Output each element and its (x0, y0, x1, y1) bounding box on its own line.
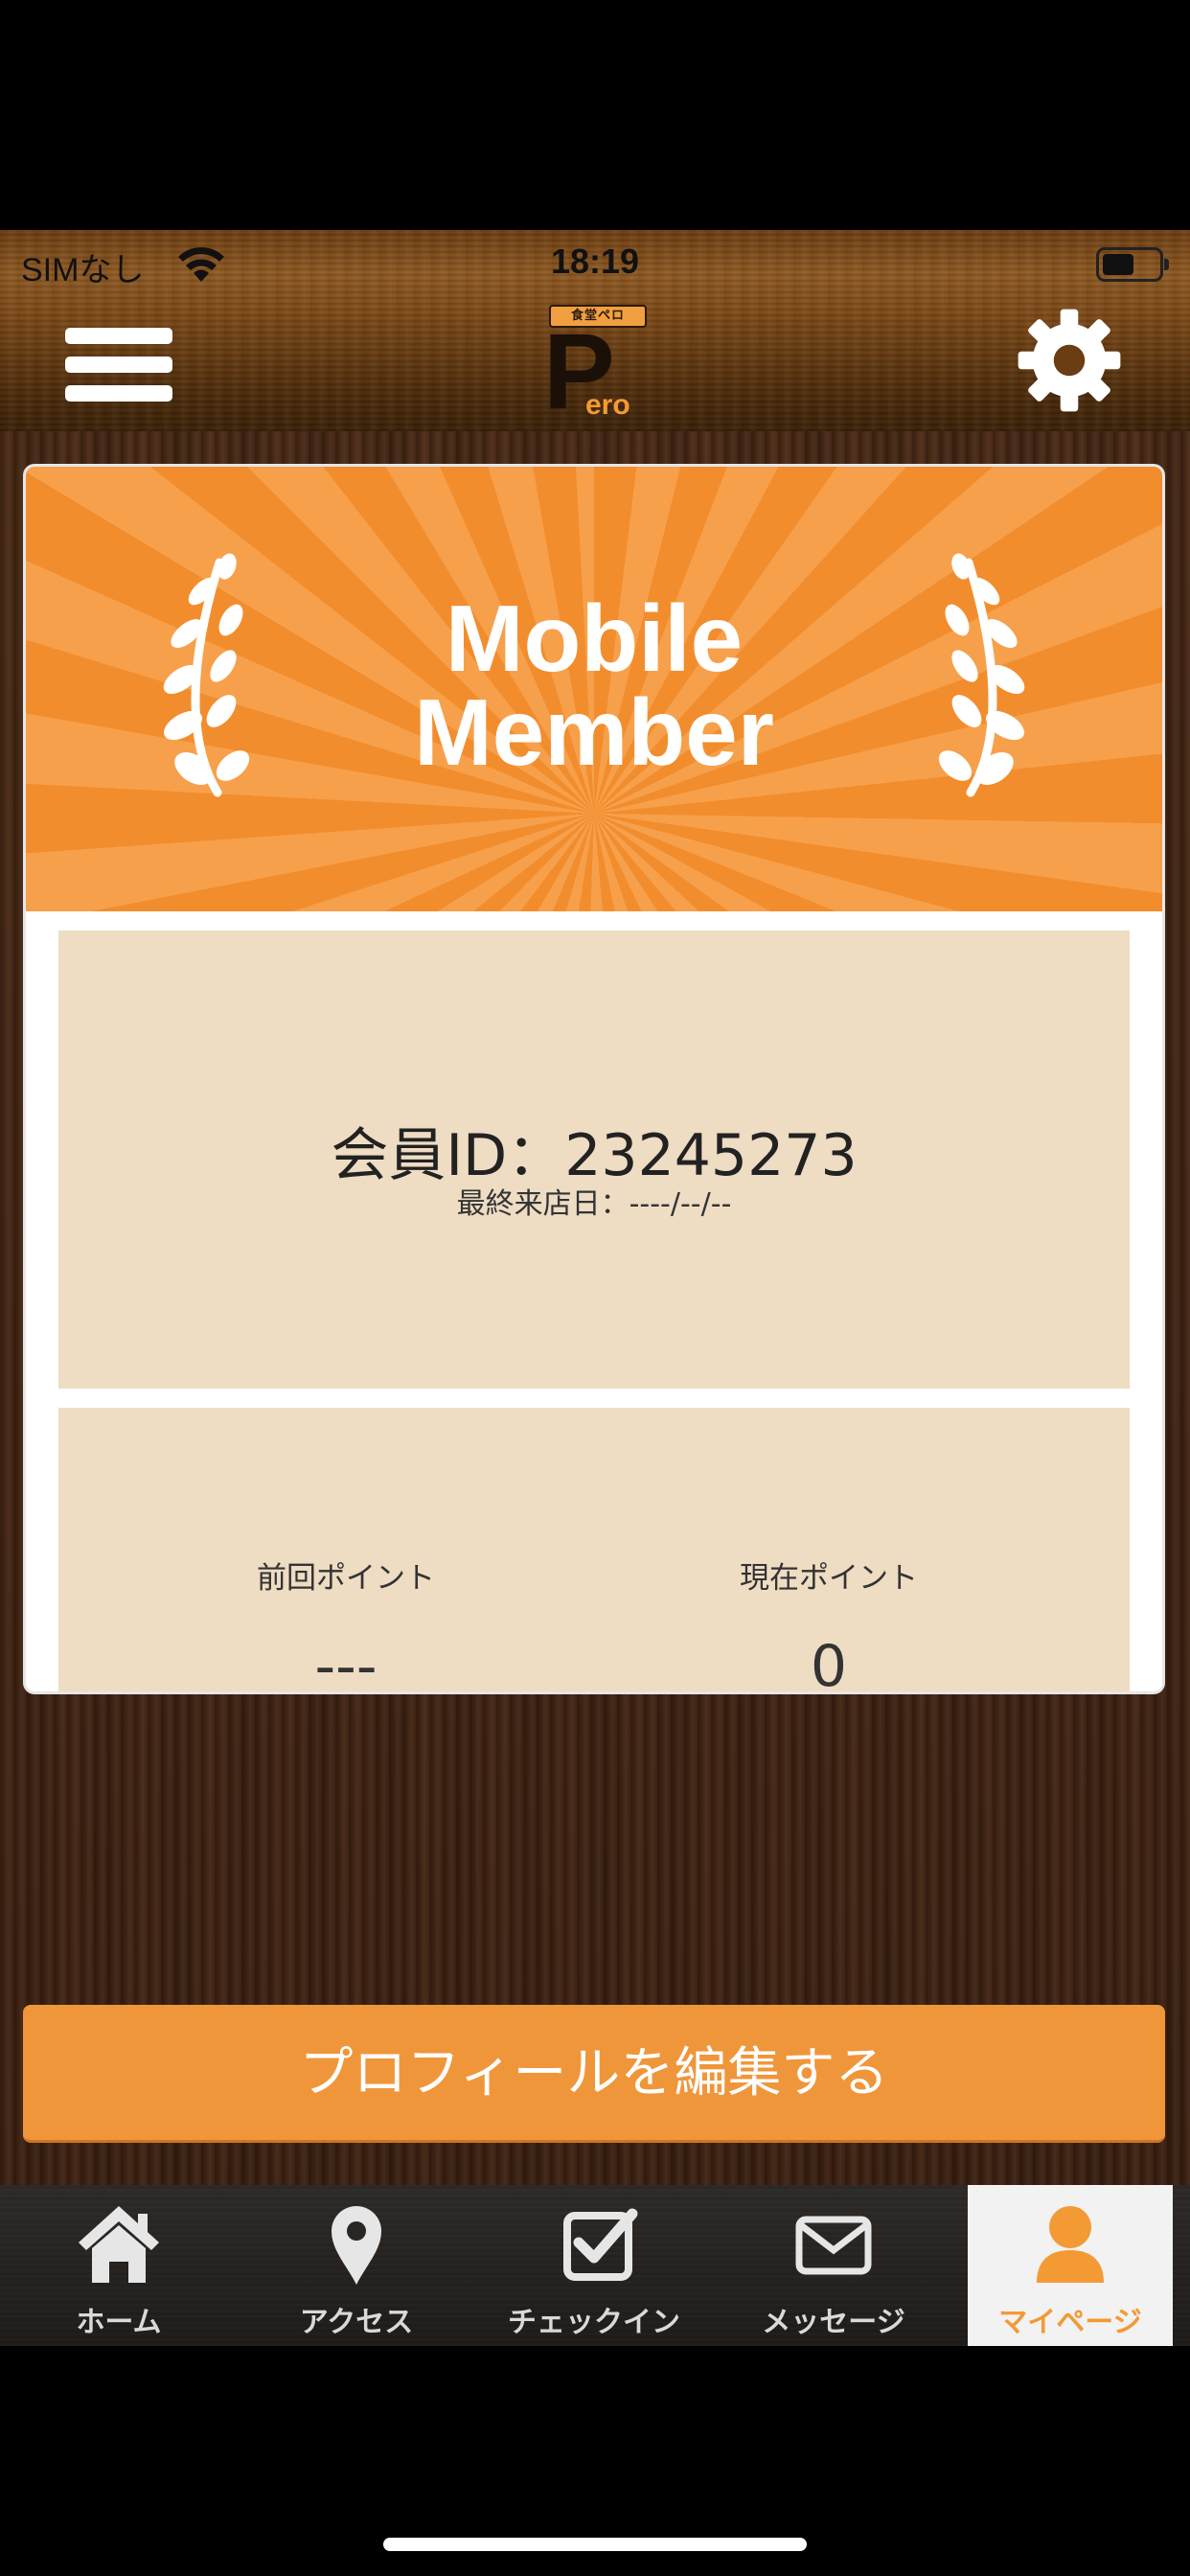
tab-mypage[interactable]: マイページ (968, 2185, 1173, 2346)
current-points-value: 0 (810, 1633, 848, 1694)
checkin-icon (563, 2208, 638, 2281)
battery-icon (1096, 247, 1169, 282)
tab-message-label: メッセージ (762, 2306, 905, 2339)
status-bar: SIMなし 18:19 (0, 230, 1190, 297)
tab-message[interactable]: メッセージ (719, 2185, 949, 2346)
current-points-label: 現在ポイント (740, 1561, 918, 1596)
menu-bar-icon (65, 356, 172, 373)
logo-text: ero (585, 389, 630, 421)
home-indicator[interactable] (383, 2538, 807, 2551)
menu-bar-icon (65, 385, 172, 402)
menu-button[interactable] (65, 318, 172, 410)
previous-points: 前回ポイント --- (154, 1553, 538, 1694)
previous-points-label: 前回ポイント (257, 1561, 435, 1596)
tab-home-label: ホーム (76, 2306, 162, 2339)
member-card: Mobile Member 会員ID：23245273 最終来店日：----/-… (23, 464, 1165, 1694)
settings-button[interactable] (1014, 305, 1125, 416)
person-icon (1037, 2206, 1104, 2283)
current-points: 現在ポイント 0 (637, 1553, 1020, 1694)
tab-access-label: アクセス (299, 2306, 414, 2339)
points-panel: 前回ポイント --- 現在ポイント 0 (58, 1408, 1130, 1694)
tab-home[interactable]: ホーム (4, 2185, 234, 2346)
laurel-right-icon (938, 553, 1025, 797)
member-banner: Mobile Member (26, 467, 1162, 911)
header: SIMなし 18:19 食堂ペロ P ero (0, 230, 1190, 431)
menu-bar-icon (65, 328, 172, 344)
map-pin-icon (332, 2206, 381, 2285)
tab-access[interactable]: アクセス (241, 2185, 471, 2346)
tab-mypage-label: マイページ (998, 2306, 1142, 2339)
tab-checkin[interactable]: チェックイン (479, 2185, 709, 2346)
gear-icon (1018, 309, 1121, 412)
previous-points-value: --- (314, 1633, 378, 1694)
member-id-panel: 会員ID：23245273 最終来店日：----/--/-- (58, 931, 1130, 1389)
edit-profile-button[interactable]: プロフィールを編集する (23, 2005, 1165, 2143)
tab-bar: ホーム アクセス チェックイン メッセージ マイページ (0, 2185, 1190, 2346)
home-icon (79, 2206, 159, 2283)
app-screen: SIMなし 18:19 食堂ペロ P ero Mobile Member 会員I… (0, 230, 1190, 2346)
app-logo: 食堂ペロ P ero (543, 305, 649, 426)
last-visit-date: 最終来店日：----/--/-- (456, 1187, 732, 1221)
clock: 18:19 (550, 242, 640, 281)
tab-checkin-label: チェックイン (508, 2306, 680, 2339)
mail-icon (795, 2216, 872, 2275)
